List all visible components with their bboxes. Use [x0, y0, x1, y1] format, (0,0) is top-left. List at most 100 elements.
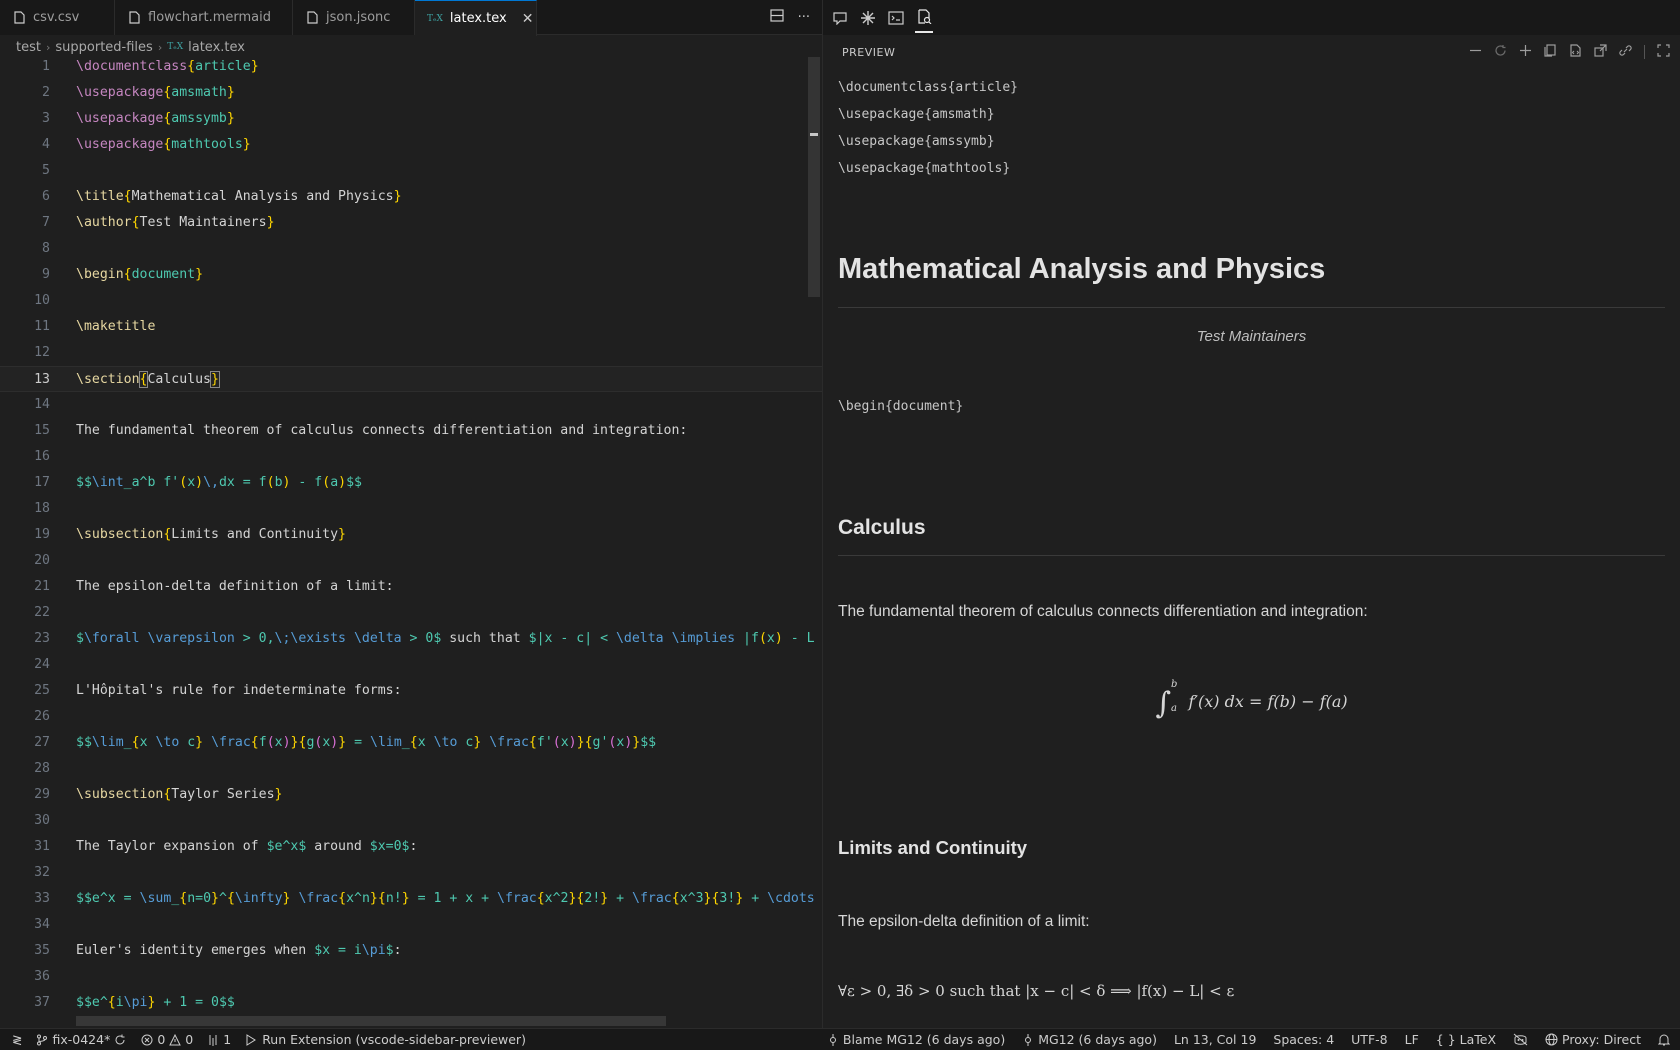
paragraph: The fundamental theorem of calculus conn…: [838, 603, 1368, 620]
branch-indicator[interactable]: fix-0424*: [36, 1032, 127, 1047]
line-number: 36: [34, 969, 50, 984]
code-line[interactable]: 21 The epsilon-delta definition of a limi…: [0, 574, 822, 600]
line-number: 3: [42, 111, 50, 126]
code-line[interactable]: 12: [0, 340, 822, 366]
proxy-status[interactable]: Proxy: Direct: [1545, 1032, 1641, 1047]
code-line[interactable]: 35 Euler's identity emerges when $x = i\p…: [0, 938, 822, 964]
code-line[interactable]: 8: [0, 236, 822, 262]
line-number: 4: [42, 137, 50, 152]
git-commit-icon: [829, 1033, 836, 1046]
git-commit[interactable]: MG12 (6 days ago): [1022, 1032, 1157, 1047]
remote-indicator[interactable]: ≷: [12, 1032, 22, 1047]
commit-label: MG12 (6 days ago): [1038, 1032, 1157, 1047]
line-text: \maketitle: [76, 319, 156, 334]
code-line[interactable]: 17 $$\int_a^b f'(x)\,dx = f(b) - f(a)$$: [0, 470, 822, 496]
chat-icon[interactable]: [831, 9, 849, 27]
code-line[interactable]: 1 \documentclass{article}: [0, 57, 822, 80]
code-line[interactable]: 10: [0, 288, 822, 314]
code-line[interactable]: 20: [0, 548, 822, 574]
tab-label: latex.tex: [449, 11, 507, 26]
code-line[interactable]: 7 \author{Test Maintainers}: [0, 210, 822, 236]
breadcrumb-folder[interactable]: supported-files: [55, 40, 152, 55]
copy-icon[interactable]: [1544, 43, 1557, 61]
chevron-right-icon: ›: [157, 40, 163, 54]
open-external-icon[interactable]: [1594, 43, 1607, 61]
code-line[interactable]: 5: [0, 158, 822, 184]
split-editor-icon[interactable]: [769, 9, 784, 26]
ports-indicator[interactable]: 1: [207, 1032, 231, 1047]
code-line[interactable]: 37 $$e^{i\pi} + 1 = 0$$: [0, 990, 822, 1016]
line-text: \usepackage{amsmath}: [76, 85, 235, 100]
minimize-icon[interactable]: [1469, 44, 1482, 61]
code-line[interactable]: 4 \usepackage{mathtools}: [0, 132, 822, 158]
line-number: 14: [34, 397, 50, 412]
panel-toolbar: [823, 0, 1680, 35]
code-line[interactable]: 15 The fundamental theorem of calculus co…: [0, 418, 822, 444]
code-editor[interactable]: 1 \documentclass{article} 2 \usepackage{ams…: [0, 57, 822, 1017]
integral-symbol: ∫: [1155, 686, 1171, 721]
code-line[interactable]: 13 \section{Calculus}: [0, 366, 822, 392]
code-line[interactable]: 19 \subsection{Limits and Continuity}: [0, 522, 822, 548]
notifications-bell-icon[interactable]: [1658, 1033, 1670, 1046]
tab-latex[interactable]: TₑX latex.tex ✕: [415, 0, 537, 36]
code-line[interactable]: 22: [0, 600, 822, 626]
horizontal-scrollbar[interactable]: [76, 1016, 666, 1026]
code-line[interactable]: 3 \usepackage{amssymb}: [0, 106, 822, 132]
problems-indicator[interactable]: 0 0: [141, 1032, 193, 1047]
tab-csv[interactable]: csv.csv: [0, 0, 115, 35]
add-icon[interactable]: [1519, 44, 1532, 61]
tab-flowchart[interactable]: flowchart.mermaid: [115, 0, 293, 35]
link-icon[interactable]: [1619, 44, 1632, 61]
refresh-icon[interactable]: [1494, 44, 1507, 61]
blame-label: Blame MG12 (6 days ago): [842, 1032, 1006, 1047]
preview-icon[interactable]: [915, 3, 933, 33]
code-line[interactable]: 23 $\forall \varepsilon > 0,\;\exists \de…: [0, 626, 822, 652]
code-line[interactable]: 24: [0, 652, 822, 678]
code-line[interactable]: 11 \maketitle: [0, 314, 822, 340]
end-of-line[interactable]: LF: [1405, 1032, 1419, 1047]
git-blame[interactable]: Blame MG12 (6 days ago): [827, 1032, 1005, 1047]
run-extension[interactable]: Run Extension (vscode-sidebar-previewer): [245, 1032, 526, 1047]
code-line[interactable]: 28: [0, 756, 822, 782]
tab-label: csv.csv: [33, 10, 80, 25]
code-line[interactable]: 25 L'Hôpital's rule for indeterminate for…: [0, 678, 822, 704]
code-line[interactable]: 27 $$\lim_{x \to c} \frac{f(x)}{g(x)} = \…: [0, 730, 822, 756]
indentation[interactable]: Spaces: 4: [1273, 1032, 1334, 1047]
close-icon[interactable]: ✕: [522, 11, 534, 27]
code-line[interactable]: 2 \usepackage{amsmath}: [0, 80, 822, 106]
copilot-icon[interactable]: [1513, 1033, 1528, 1046]
code-line[interactable]: 26: [0, 704, 822, 730]
code-line[interactable]: 34: [0, 912, 822, 938]
preview-title: PREVIEW: [842, 45, 896, 59]
code-line[interactable]: 6 \title{Mathematical Analysis and Physic…: [0, 184, 822, 210]
code-line[interactable]: 16: [0, 444, 822, 470]
language-mode[interactable]: { } LaTeX: [1436, 1032, 1496, 1047]
code-line[interactable]: 33 $$e^x = \sum_{n=0}^{\infty} \frac{x^n}…: [0, 886, 822, 912]
globe-icon: [1545, 1033, 1558, 1046]
code-line[interactable]: 36: [0, 964, 822, 990]
line-text: \author{Test Maintainers}: [76, 215, 275, 230]
tab-json[interactable]: json.jsonc: [293, 0, 415, 35]
line-number: 23: [34, 631, 50, 646]
code-line[interactable]: 9 \begin{document}: [0, 262, 822, 288]
layout-icon[interactable]: [1657, 43, 1670, 61]
code-line[interactable]: 29 \subsection{Taylor Series}: [0, 782, 822, 808]
sparkle-icon[interactable]: [859, 9, 877, 27]
terminal-icon[interactable]: [887, 9, 905, 27]
more-actions-icon[interactable]: ···: [798, 10, 810, 25]
code-line[interactable]: 30: [0, 808, 822, 834]
code-line[interactable]: 32: [0, 860, 822, 886]
vertical-scrollbar[interactable]: [808, 57, 820, 297]
code-icon[interactable]: [1569, 43, 1582, 61]
code-line[interactable]: 14: [0, 392, 822, 418]
code-line[interactable]: 31 The Taylor expansion of $e^x$ around $…: [0, 834, 822, 860]
encoding[interactable]: UTF-8: [1351, 1032, 1387, 1047]
subsection-heading: Limits and Continuity: [838, 837, 1028, 858]
chevron-right-icon: ›: [45, 40, 51, 54]
breadcrumb-root[interactable]: test: [16, 40, 41, 55]
code-line[interactable]: 18: [0, 496, 822, 522]
line-text: \begin{document}: [76, 267, 204, 282]
cursor-position[interactable]: Ln 13, Col 19: [1174, 1032, 1256, 1047]
line-number: 18: [34, 501, 50, 516]
breadcrumb-file[interactable]: latex.tex: [188, 40, 245, 55]
